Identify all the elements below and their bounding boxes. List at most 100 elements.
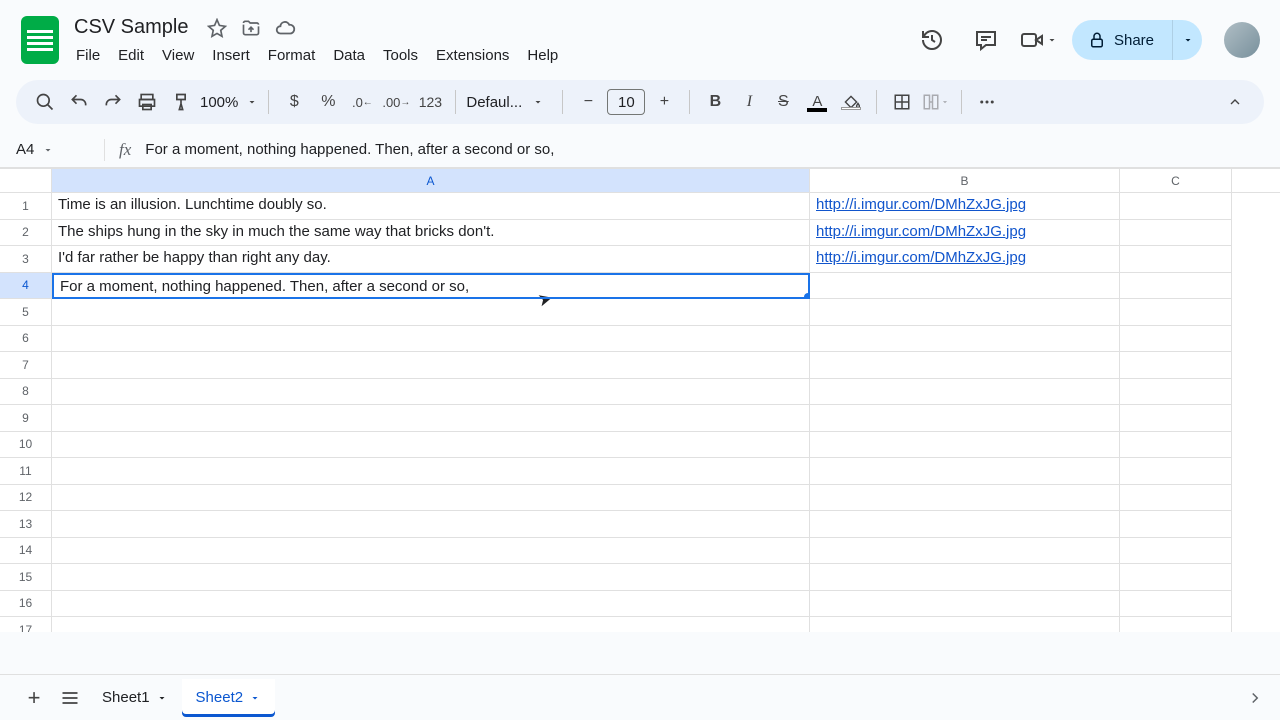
cell-C3[interactable] [1120, 246, 1232, 273]
cell-A15[interactable] [52, 564, 810, 591]
print-button[interactable] [132, 87, 162, 117]
collapse-toolbar-button[interactable] [1220, 87, 1250, 117]
cell-C5[interactable] [1120, 299, 1232, 326]
cell-C2[interactable] [1120, 220, 1232, 247]
strikethrough-button[interactable]: S [768, 87, 798, 117]
move-icon[interactable] [239, 16, 263, 40]
row-header[interactable]: 13 [0, 511, 52, 538]
italic-button[interactable]: I [734, 87, 764, 117]
name-box[interactable]: A4 [16, 141, 104, 158]
zoom-select[interactable]: 100% [200, 94, 258, 111]
menu-insert[interactable]: Insert [204, 43, 258, 68]
row-header[interactable]: 16 [0, 591, 52, 618]
cell-C4[interactable] [1120, 273, 1232, 300]
cell-B6[interactable] [810, 326, 1120, 353]
merge-button[interactable] [921, 87, 951, 117]
history-icon[interactable] [912, 20, 952, 60]
cell-A16[interactable] [52, 591, 810, 618]
star-icon[interactable] [205, 16, 229, 40]
cell-A1[interactable]: Time is an illusion. Lunchtime doubly so… [52, 193, 810, 220]
row-header[interactable]: 12 [0, 485, 52, 512]
cell-A10[interactable] [52, 432, 810, 459]
cell-C10[interactable] [1120, 432, 1232, 459]
decrease-font-button[interactable]: − [573, 87, 603, 117]
col-header-A[interactable]: A [52, 169, 810, 192]
explore-button[interactable] [1246, 689, 1264, 707]
spreadsheet-grid[interactable]: A B C 1Time is an illusion. Lunchtime do… [0, 168, 1280, 632]
cell-B7[interactable] [810, 352, 1120, 379]
menu-file[interactable]: File [68, 43, 108, 68]
sheet-tab-sheet2[interactable]: Sheet2 [182, 679, 276, 717]
cell-B14[interactable] [810, 538, 1120, 565]
cell-A12[interactable] [52, 485, 810, 512]
cell-A2[interactable]: The ships hung in the sky in much the sa… [52, 220, 810, 247]
cell-C9[interactable] [1120, 405, 1232, 432]
cell-B10[interactable] [810, 432, 1120, 459]
row-header[interactable]: 9 [0, 405, 52, 432]
cell-B9[interactable] [810, 405, 1120, 432]
cell-C8[interactable] [1120, 379, 1232, 406]
cell-B12[interactable] [810, 485, 1120, 512]
menu-extensions[interactable]: Extensions [428, 43, 517, 68]
percent-button[interactable]: % [313, 87, 343, 117]
cell-B17[interactable] [810, 617, 1120, 632]
col-header-C[interactable]: C [1120, 169, 1232, 192]
row-header[interactable]: 15 [0, 564, 52, 591]
cell-A17[interactable] [52, 617, 810, 632]
cell-B16[interactable] [810, 591, 1120, 618]
cell-C14[interactable] [1120, 538, 1232, 565]
cell-A14[interactable] [52, 538, 810, 565]
fill-color-button[interactable] [836, 87, 866, 117]
formula-bar[interactable]: For a moment, nothing happened. Then, af… [145, 141, 554, 158]
meet-button[interactable] [1020, 28, 1058, 52]
cell-B5[interactable] [810, 299, 1120, 326]
cell-C17[interactable] [1120, 617, 1232, 632]
share-more-button[interactable] [1172, 20, 1202, 60]
cell-C1[interactable] [1120, 193, 1232, 220]
currency-button[interactable]: $ [279, 87, 309, 117]
cell-A7[interactable] [52, 352, 810, 379]
cell-A8[interactable] [52, 379, 810, 406]
more-toolbar-button[interactable] [972, 87, 1002, 117]
row-header[interactable]: 1 [0, 193, 52, 220]
sheets-logo[interactable] [16, 16, 64, 64]
text-color-button[interactable]: A [802, 87, 832, 117]
borders-button[interactable] [887, 87, 917, 117]
cell-B13[interactable] [810, 511, 1120, 538]
cell-A9[interactable] [52, 405, 810, 432]
cell-C12[interactable] [1120, 485, 1232, 512]
cell-C6[interactable] [1120, 326, 1232, 353]
select-all-corner[interactable] [0, 169, 52, 192]
cell-B8[interactable] [810, 379, 1120, 406]
row-header[interactable]: 10 [0, 432, 52, 459]
add-sheet-button[interactable]: + [16, 680, 52, 716]
bold-button[interactable]: B [700, 87, 730, 117]
cell-A3[interactable]: I'd far rather be happy than right any d… [52, 246, 810, 273]
cell-A5[interactable] [52, 299, 810, 326]
cell-B4[interactable] [810, 273, 1120, 300]
cell-B15[interactable] [810, 564, 1120, 591]
sheet-tab-sheet1[interactable]: Sheet1 [88, 679, 182, 717]
menu-format[interactable]: Format [260, 43, 324, 68]
cell-C13[interactable] [1120, 511, 1232, 538]
menu-tools[interactable]: Tools [375, 43, 426, 68]
all-sheets-button[interactable] [52, 680, 88, 716]
cell-C11[interactable] [1120, 458, 1232, 485]
paint-format-button[interactable] [166, 87, 196, 117]
increase-font-button[interactable]: + [649, 87, 679, 117]
cell-B11[interactable] [810, 458, 1120, 485]
cell-A6[interactable] [52, 326, 810, 353]
cell-B3[interactable]: http://i.imgur.com/DMhZxJG.jpg [810, 246, 1120, 273]
col-header-B[interactable]: B [810, 169, 1120, 192]
menu-data[interactable]: Data [325, 43, 373, 68]
cell-A11[interactable] [52, 458, 810, 485]
row-header[interactable]: 5 [0, 299, 52, 326]
redo-button[interactable] [98, 87, 128, 117]
increase-decimal-button[interactable]: .00→ [381, 87, 411, 117]
row-header[interactable]: 2 [0, 220, 52, 247]
account-avatar[interactable] [1224, 22, 1260, 58]
row-header[interactable]: 8 [0, 379, 52, 406]
doc-title[interactable]: CSV Sample [68, 14, 195, 41]
row-header[interactable]: 11 [0, 458, 52, 485]
menu-view[interactable]: View [154, 43, 202, 68]
